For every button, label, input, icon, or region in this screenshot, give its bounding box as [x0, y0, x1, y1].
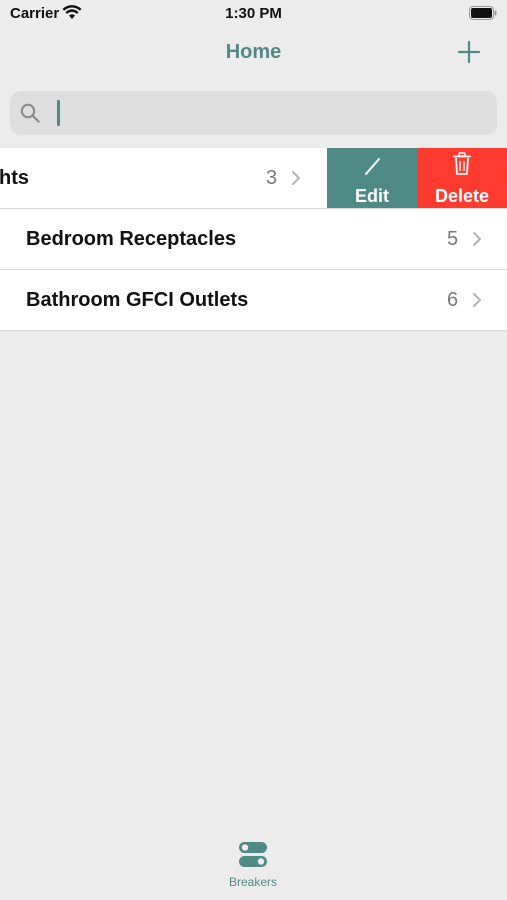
delete-label: Delete [434, 186, 490, 206]
swiped-row-content[interactable]: hts 3 [0, 148, 327, 208]
list-item[interactable]: Bedroom Receptacles 5 [0, 209, 507, 270]
toggle-switches-icon [239, 842, 267, 867]
trash-icon [453, 152, 471, 175]
plus-icon[interactable] [457, 40, 481, 64]
row-count: 3 [266, 167, 278, 189]
text-cursor [57, 100, 60, 126]
chevron-right-icon [473, 293, 481, 307]
chevron-right-icon [473, 232, 481, 246]
search-icon [20, 103, 40, 123]
list-item[interactable]: Bathroom GFCI Outlets 6 [0, 270, 507, 331]
row-count: 5 [447, 228, 459, 250]
status-bar: Carrier 1:30 PM [0, 0, 507, 28]
tab-breakers[interactable]: Breakers [213, 840, 293, 900]
search-input[interactable] [46, 97, 486, 129]
delete-button[interactable]: Delete [417, 148, 507, 208]
list-item[interactable]: hts 3 Edit Delete [0, 148, 507, 209]
row-label: hts [0, 167, 29, 189]
chevron-right-icon [292, 171, 300, 185]
row-label: Bedroom Receptacles [26, 228, 237, 250]
search-bar[interactable] [10, 91, 497, 135]
status-time: 1:30 PM [225, 5, 282, 22]
row-count: 6 [447, 289, 459, 311]
row-label: Bathroom GFCI Outlets [26, 289, 249, 311]
breaker-list: hts 3 Edit Delete Bedroom Receptacles 5 … [0, 148, 507, 331]
edit-button[interactable]: Edit [327, 148, 417, 208]
battery-icon [469, 6, 497, 20]
tab-bar: Breakers [0, 840, 507, 900]
pencil-icon [365, 158, 380, 175]
page-title: Home [225, 41, 282, 63]
edit-label: Edit [355, 186, 389, 206]
navigation-bar: Home [0, 28, 507, 78]
tab-label: Breakers [228, 875, 278, 889]
